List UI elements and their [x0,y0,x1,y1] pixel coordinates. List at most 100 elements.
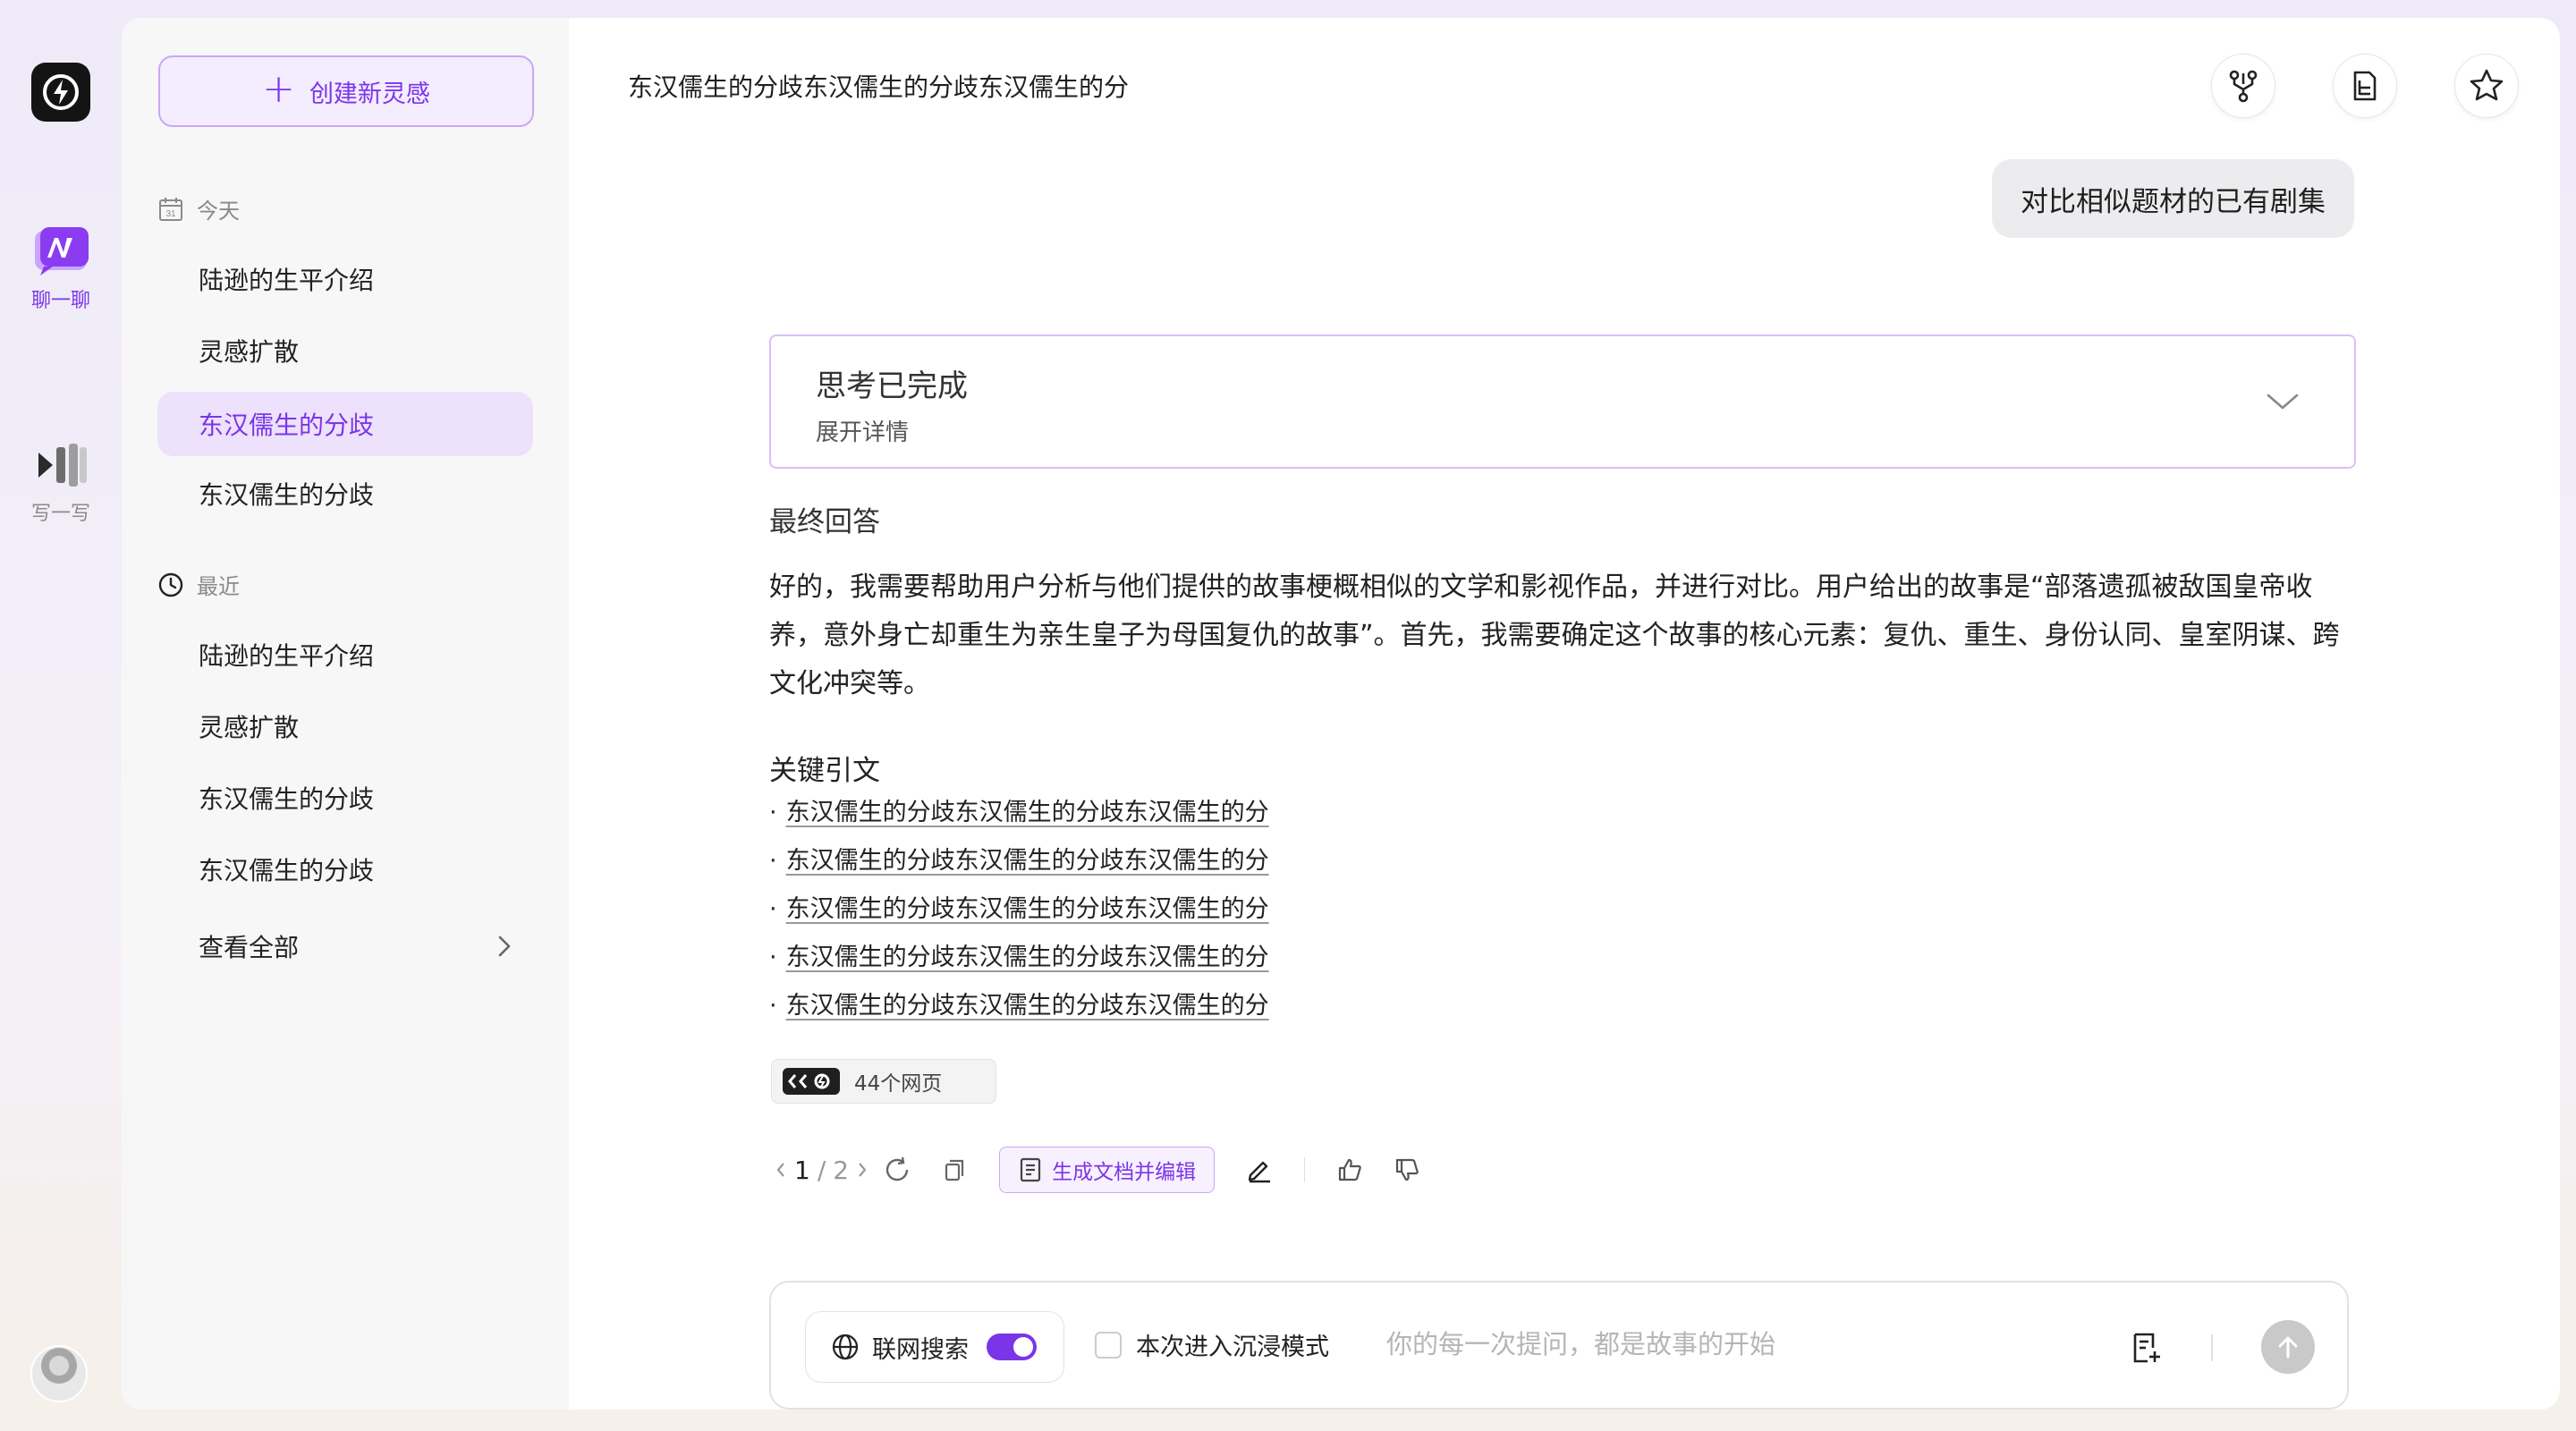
branch-icon[interactable] [2211,54,2275,118]
sidebar-item-recent-0[interactable]: 陆逊的生平介绍 [157,622,533,687]
app-logo-icon[interactable] [31,63,90,122]
divider [1304,1157,1306,1182]
reference-item[interactable]: · 东汉儒生的分歧东汉儒生的分歧东汉儒生的分 [769,885,1269,934]
message-actions: 1 / 2 生成文档并编辑 [775,1147,1436,1193]
reference-item[interactable]: · 东汉儒生的分歧东汉儒生的分歧东汉儒生的分 [769,934,1269,982]
svg-text:31: 31 [165,209,176,219]
reference-link[interactable]: 东汉儒生的分歧东汉儒生的分歧东汉儒生的分 [786,934,1269,982]
section-recent-label: 最近 [197,574,240,599]
chevron-left-icon[interactable] [775,1160,787,1180]
section-today: 31 今天 [157,193,240,224]
star-icon[interactable] [2454,54,2519,118]
key-references-heading: 关键引文 [769,755,880,787]
immersive-label: 本次进入沉浸模式 [1136,1334,1329,1361]
reference-item[interactable]: · 东汉儒生的分歧东汉儒生的分歧东汉儒生的分 [769,837,1269,885]
thinking-panel[interactable]: 思考已完成 展开详情 [769,334,2356,469]
document-edit-icon [1020,1157,1041,1182]
sidebar-item-label: 东汉儒生的分歧 [199,856,375,885]
response-pager: 1 / 2 [775,1156,869,1185]
globe-icon [832,1334,859,1360]
view-all-button[interactable]: 查看全部 [157,914,533,978]
rail-chat[interactable]: 聊一聊 [0,225,122,313]
chevron-right-icon[interactable] [856,1160,869,1180]
main-panel: 东汉儒生的分歧东汉儒生的分歧东汉儒生的分 对比相似题材的已有剧集 思考已完成 展… [569,18,2560,1410]
rail-write[interactable]: 写一写 [0,438,122,526]
pager-current: 1 [794,1155,810,1185]
thumbs-up-icon[interactable] [1321,1147,1378,1193]
composer: 联网搜索 本次进入沉浸模式 [769,1281,2349,1410]
message-input[interactable] [1386,1322,2066,1367]
sidebar-item-today-1[interactable]: 灵感扩散 [157,318,533,383]
plus-icon: + [262,66,295,112]
add-document-icon[interactable] [2123,1325,2168,1370]
bullet: · [769,895,777,923]
bullet: · [769,847,777,875]
bullet: · [769,944,777,971]
left-rail: 聊一聊 写一写 [0,0,122,1431]
thinking-title: 思考已完成 [816,368,968,404]
immersive-checkbox[interactable] [1095,1331,1122,1359]
sidebar-item-label: 东汉儒生的分歧 [199,784,375,814]
create-inspiration-label: 创建新灵感 [309,80,430,108]
sidebar-item-label: 陆逊的生平介绍 [199,641,375,671]
web-search-switch[interactable] [987,1334,1037,1360]
generate-document-label: 生成文档并编辑 [1052,1161,1197,1184]
sidebar-item-recent-1[interactable]: 灵感扩散 [157,694,533,758]
sidebar-item-label: 灵感扩散 [199,713,300,742]
create-inspiration-button[interactable]: + 创建新灵感 [158,55,534,127]
references-list: · 东汉儒生的分歧东汉儒生的分歧东汉儒生的分 · 东汉儒生的分歧东汉儒生的分歧东汉儒… [769,789,1269,1030]
divider [2211,1334,2213,1361]
sidebar: + 创建新灵感 31 今天 陆逊的生平介绍 灵感扩散 东汉儒生的分歧 东汉儒生的… [122,18,569,1410]
calendar-icon: 31 [159,197,182,221]
view-all-label: 查看全部 [199,933,300,962]
rail-write-label: 写一写 [30,503,90,525]
web-search-label: 联网搜索 [872,1335,969,1364]
avatar[interactable] [30,1345,88,1402]
regenerate-icon[interactable] [869,1147,926,1193]
sidebar-item-today-2[interactable]: 东汉儒生的分歧 [157,392,533,456]
reference-link[interactable]: 东汉儒生的分歧东汉儒生的分歧东汉儒生的分 [786,885,1269,934]
pager-separator: / [817,1155,826,1185]
chevron-right-icon [498,936,511,957]
pager-total: 2 [833,1155,850,1185]
reference-link[interactable]: 东汉儒生的分歧东汉儒生的分歧东汉儒生的分 [786,837,1269,885]
web-sources-chip[interactable]: 44个网页 [771,1059,996,1104]
write-columns-icon [27,438,95,492]
top-toolbar [2211,54,2519,118]
section-today-label: 今天 [197,199,240,224]
bullet: · [769,799,777,826]
edit-pen-icon[interactable] [1231,1147,1288,1193]
generate-document-button[interactable]: 生成文档并编辑 [999,1147,1216,1193]
chevron-down-icon[interactable] [2265,388,2301,415]
final-answer-heading: 最终回答 [769,506,880,538]
send-button[interactable] [2261,1320,2315,1374]
page-title: 东汉儒生的分歧东汉儒生的分歧东汉儒生的分 [628,72,1130,102]
reference-item[interactable]: · 东汉儒生的分歧东汉儒生的分歧东汉儒生的分 [769,789,1269,837]
answer-text: 好的，我需要帮助用户分析与他们提供的故事梗概相似的文学和影视作品，并进行对比。用… [769,572,2340,699]
thinking-expand-link[interactable]: 展开详情 [816,414,2309,447]
web-search-toggle[interactable]: 联网搜索 [805,1311,1064,1383]
user-message-bubble: 对比相似题材的已有剧集 [1992,159,2354,238]
bullet: · [769,992,777,1020]
sidebar-item-recent-2[interactable]: 东汉儒生的分歧 [157,766,533,830]
section-recent: 最近 [157,569,240,600]
arrow-up-icon [2278,1336,2298,1359]
copy-icon[interactable] [926,1147,983,1193]
thumbs-down-icon[interactable] [1378,1147,1436,1193]
sidebar-item-today-0[interactable]: 陆逊的生平介绍 [157,247,533,311]
sidebar-item-label: 东汉儒生的分歧 [199,480,375,510]
reference-link[interactable]: 东汉儒生的分歧东汉儒生的分歧东汉儒生的分 [786,982,1269,1030]
sidebar-item-label: 东汉儒生的分歧 [199,411,375,440]
rail-chat-label: 聊一聊 [30,290,90,312]
immersive-mode-option[interactable]: 本次进入沉浸模式 [1095,1327,1329,1362]
document-icon[interactable] [2333,54,2397,118]
sidebar-item-label: 陆逊的生平介绍 [199,266,375,295]
reference-link[interactable]: 东汉儒生的分歧东汉儒生的分歧东汉儒生的分 [786,789,1269,837]
reference-item[interactable]: · 东汉儒生的分歧东汉儒生的分歧东汉儒生的分 [769,982,1269,1030]
sidebar-item-recent-3[interactable]: 东汉儒生的分歧 [157,837,533,902]
web-sources-count: 44个网页 [854,1072,943,1096]
sidebar-item-label: 灵感扩散 [199,337,300,367]
sidebar-item-today-3[interactable]: 东汉儒生的分歧 [157,461,533,526]
clock-icon [158,572,183,597]
source-logos-icon [783,1068,840,1095]
